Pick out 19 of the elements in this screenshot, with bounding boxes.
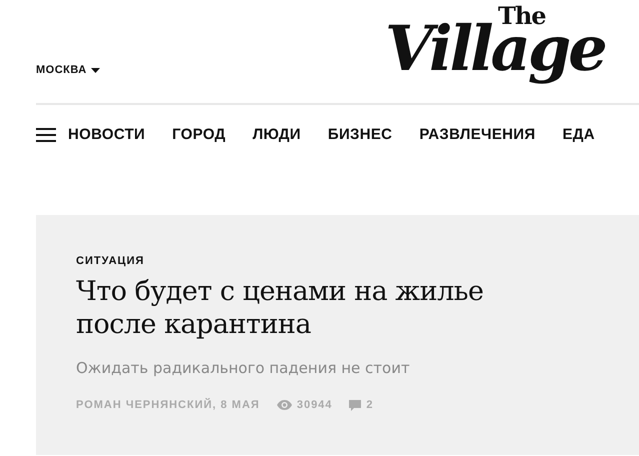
- nav-link[interactable]: РАЗВЛЕЧЕНИЯ: [419, 126, 536, 143]
- article-card[interactable]: СИТУАЦИЯ Что будет с ценами на жилье после карантина Ожидать радикального падения не стоит РОМАН ЧЕРНЯНСКИЙ, 8 МАЯ 30944 2: [36, 215, 639, 455]
- article-category: СИТУАЦИЯ: [76, 255, 146, 267]
- logo-text[interactable]: The: [498, 4, 546, 28]
- nav-link[interactable]: ЛЮДИ: [252, 126, 301, 143]
- article-subtitle: Ожидать радикального падения не стоит: [76, 359, 411, 377]
- nav-link[interactable]: ЕДА: [562, 126, 595, 143]
- article-byline: РОМАН ЧЕРНЯНСКИЙ, 8 МАЯ: [76, 399, 260, 411]
- menu-icon[interactable]: [36, 128, 56, 142]
- caret-icon: [90, 68, 100, 72]
- nav-link[interactable]: НОВОСТИ: [68, 126, 146, 143]
- city-selector[interactable]: МОСКВА: [36, 64, 100, 76]
- article-title[interactable]: Что будет с ценами на жилье после карантина: [76, 275, 516, 341]
- nav-link[interactable]: ГОРОД: [172, 126, 226, 143]
- comment-icon: [349, 400, 362, 410]
- eye-icon: [276, 400, 292, 410]
- view-count: 30944: [296, 399, 332, 411]
- nav-link[interactable]: БИЗНЕС: [328, 126, 392, 143]
- comment-count: 2: [366, 399, 374, 411]
